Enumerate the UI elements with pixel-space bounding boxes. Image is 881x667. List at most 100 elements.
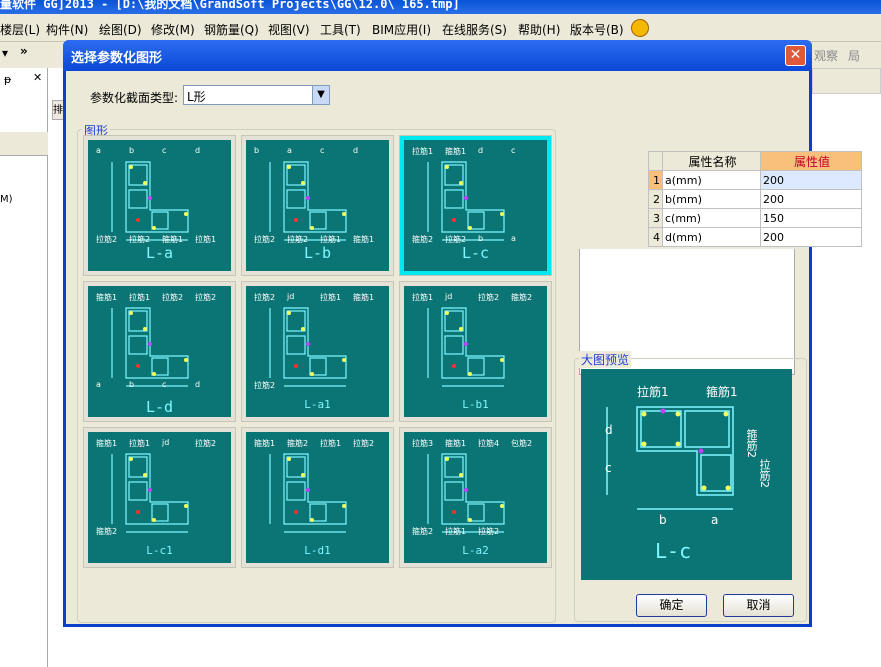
observe-button[interactable]: 观察 [814,47,838,64]
property-name: a(mm) [662,170,761,190]
table-row[interactable]: 4 d(mm) 200 [648,227,862,247]
table-row[interactable]: 2 b(mm) 200 [648,189,862,209]
preview-label-6: 拉筋2 [758,459,771,488]
app-title: 量软件 GG]2013 - [D:\我的文档\GrandSoft Project… [0,0,460,11]
property-name: d(mm) [662,227,761,247]
shape-label: 箍筋1 [353,235,375,244]
shape-image: L-b b a c d 拉筋2 拉筋2 拉筋1 箍筋1 [246,140,389,271]
shape-caption: L-b [303,244,332,262]
menu-bim[interactable]: BIM应用(I) [372,21,431,38]
shape-label: 拉筋2 [254,381,276,390]
shape-label: 拉筋2 [287,235,309,244]
shape-caption: L-c1 [146,544,173,557]
shape-label: 箍筋1 [353,293,375,302]
property-value[interactable]: 150 [760,208,862,228]
shape-tile[interactable]: L-a1 拉筋2 jd 拉筋1 箍筋1 拉筋2 [241,281,394,422]
menu-modify[interactable]: 修改(M) [151,21,195,38]
dialog-body: 参数化截面类型: L形 ▼ 图形 L-a a b c d 拉筋2 拉筋2 箍筋1 拉筋1 L-b b… [66,71,862,624]
shape-label: a [96,146,101,155]
shape-label: 拉筋2 [96,235,118,244]
preview-label-4: c [605,461,612,475]
shape-label: 拉筋4 [478,439,500,448]
shape-label: 拉筋2 [195,293,217,302]
menu-bar: 楼层(L) 构件(N) 绘图(D) 修改(M) 钢筋量(Q) 视图(V) 工具(… [0,14,881,42]
row-index: 4 [648,227,663,247]
row-index: 2 [648,189,663,209]
shape-caption: L-d1 [304,544,331,557]
select-parametric-shape-dialog: 选择参数化图形 ✕ 参数化截面类型: L形 ▼ 图形 L-a a b c d 拉筋2 拉筋2… [63,40,862,627]
close-pane-icon[interactable]: ✕ [33,71,42,84]
shape-tile[interactable]: L-b1 拉筋1 jd 拉筋2 箍筋2 [399,281,552,422]
shape-caption: L-b1 [462,398,489,411]
pin-icon[interactable]: ᵽ [4,73,11,86]
menu-online[interactable]: 在线服务(S) [442,21,507,38]
shape-label: a [511,234,516,243]
shape-tile[interactable]: L-c 拉筋1 箍筋1 d c 箍筋2 拉筋2 b a [399,135,552,276]
shape-label: a [287,146,292,155]
section-type-label: 参数化截面类型: [90,91,179,105]
shape-label: 拉筋2 [195,439,217,448]
shape-label: c [320,146,325,155]
shape-label: 箍筋1 [96,293,118,302]
shape-label: 拉筋2 [445,235,467,244]
section-type-value: L形 [187,90,206,104]
preview-label-1: 拉筋1 [637,385,669,399]
shape-label: b [129,380,135,389]
menu-version[interactable]: 版本号(B) [570,21,624,38]
property-value[interactable]: 200 [760,189,862,209]
shape-label: 拉筋2 [478,527,500,536]
helmet-icon[interactable] [631,19,649,37]
menu-help[interactable]: 帮助(H) [518,21,560,38]
shape-label: 拉筋1 [129,293,151,302]
shape-tile[interactable]: L-d 箍筋1 拉筋1 拉筋2 拉筋2 a b c d [83,281,236,422]
local-button[interactable]: 局 [848,47,860,64]
menu-view[interactable]: 视图(V) [268,21,310,38]
cancel-button[interactable]: 取消 [723,594,794,617]
shape-label: 拉筋1 [320,293,342,302]
shape-label: 拉筋1 [412,147,434,156]
shape-tile[interactable]: L-b b a c d 拉筋2 拉筋2 拉筋1 箍筋1 [241,135,394,276]
shape-label: c [511,146,516,155]
shape-label: jd [445,292,453,301]
close-icon[interactable]: ✕ [785,45,806,66]
shape-tile[interactable]: L-a2 拉筋3 箍筋1 拉筋4 包筋2 箍筋2 拉筋1 拉筋2 [399,427,552,568]
shape-label: c [162,146,167,155]
shape-label: 箍筋2 [96,527,118,536]
menu-component[interactable]: 构件(N) [46,21,88,38]
shape-caption: L-a1 [304,398,331,411]
shape-label: 拉筋1 [320,439,342,448]
shape-image: L-a1 拉筋2 jd 拉筋1 箍筋1 拉筋2 [246,286,389,417]
menu-draw[interactable]: 绘图(D) [99,21,142,38]
preview-label-7: b [659,513,667,527]
shape-label: 拉筋2 [254,293,276,302]
preview-group: 大图预览 拉筋1 箍筋1 d c 箍筋2 拉筋2 b a L-c [574,351,807,622]
property-value[interactable]: 200 [760,227,862,247]
expand-icon[interactable]: » [20,44,28,58]
shape-label: d [195,146,201,155]
shape-label: 箍筋1 [445,147,467,156]
row-index: 3 [648,208,663,228]
dialog-title-bar: 选择参数化图形 ✕ [63,40,812,71]
shape-image: L-b1 拉筋1 jd 拉筋2 箍筋2 [404,286,547,417]
shape-label: 拉筋2 [478,293,500,302]
shape-label: jd [287,292,295,301]
right-toolbar [812,68,881,94]
table-row[interactable]: 3 c(mm) 150 [648,208,862,228]
shape-image: L-c 拉筋1 箍筋1 d c 箍筋2 拉筋2 b a [404,140,547,271]
arrow-icon[interactable]: ▾ [2,46,8,60]
shape-tile[interactable]: L-d1 箍筋1 箍筋2 拉筋1 拉筋2 [241,427,394,568]
left-pane: ᵽ ✕ M) [0,68,48,667]
shape-tile[interactable]: L-a a b c d 拉筋2 拉筋2 箍筋1 拉筋1 [83,135,236,276]
menu-floor[interactable]: 楼层(L) [0,21,40,38]
menu-tools[interactable]: 工具(T) [320,21,361,38]
menu-rebar[interactable]: 钢筋量(Q) [204,21,259,38]
ok-button[interactable]: 确定 [636,594,707,617]
chevron-down-icon[interactable]: ▼ [312,86,329,104]
shape-label: 箍筋1 [445,439,467,448]
shape-label: 拉筋1 [320,235,342,244]
pane-header [0,132,48,156]
property-value[interactable]: 200 [760,170,862,190]
section-type-select[interactable]: L形 ▼ [183,85,330,105]
table-row[interactable]: 1 a(mm) 200 [648,170,862,190]
shape-tile[interactable]: L-c1 箍筋1 拉筋1 jd 拉筋2 箍筋2 [83,427,236,568]
